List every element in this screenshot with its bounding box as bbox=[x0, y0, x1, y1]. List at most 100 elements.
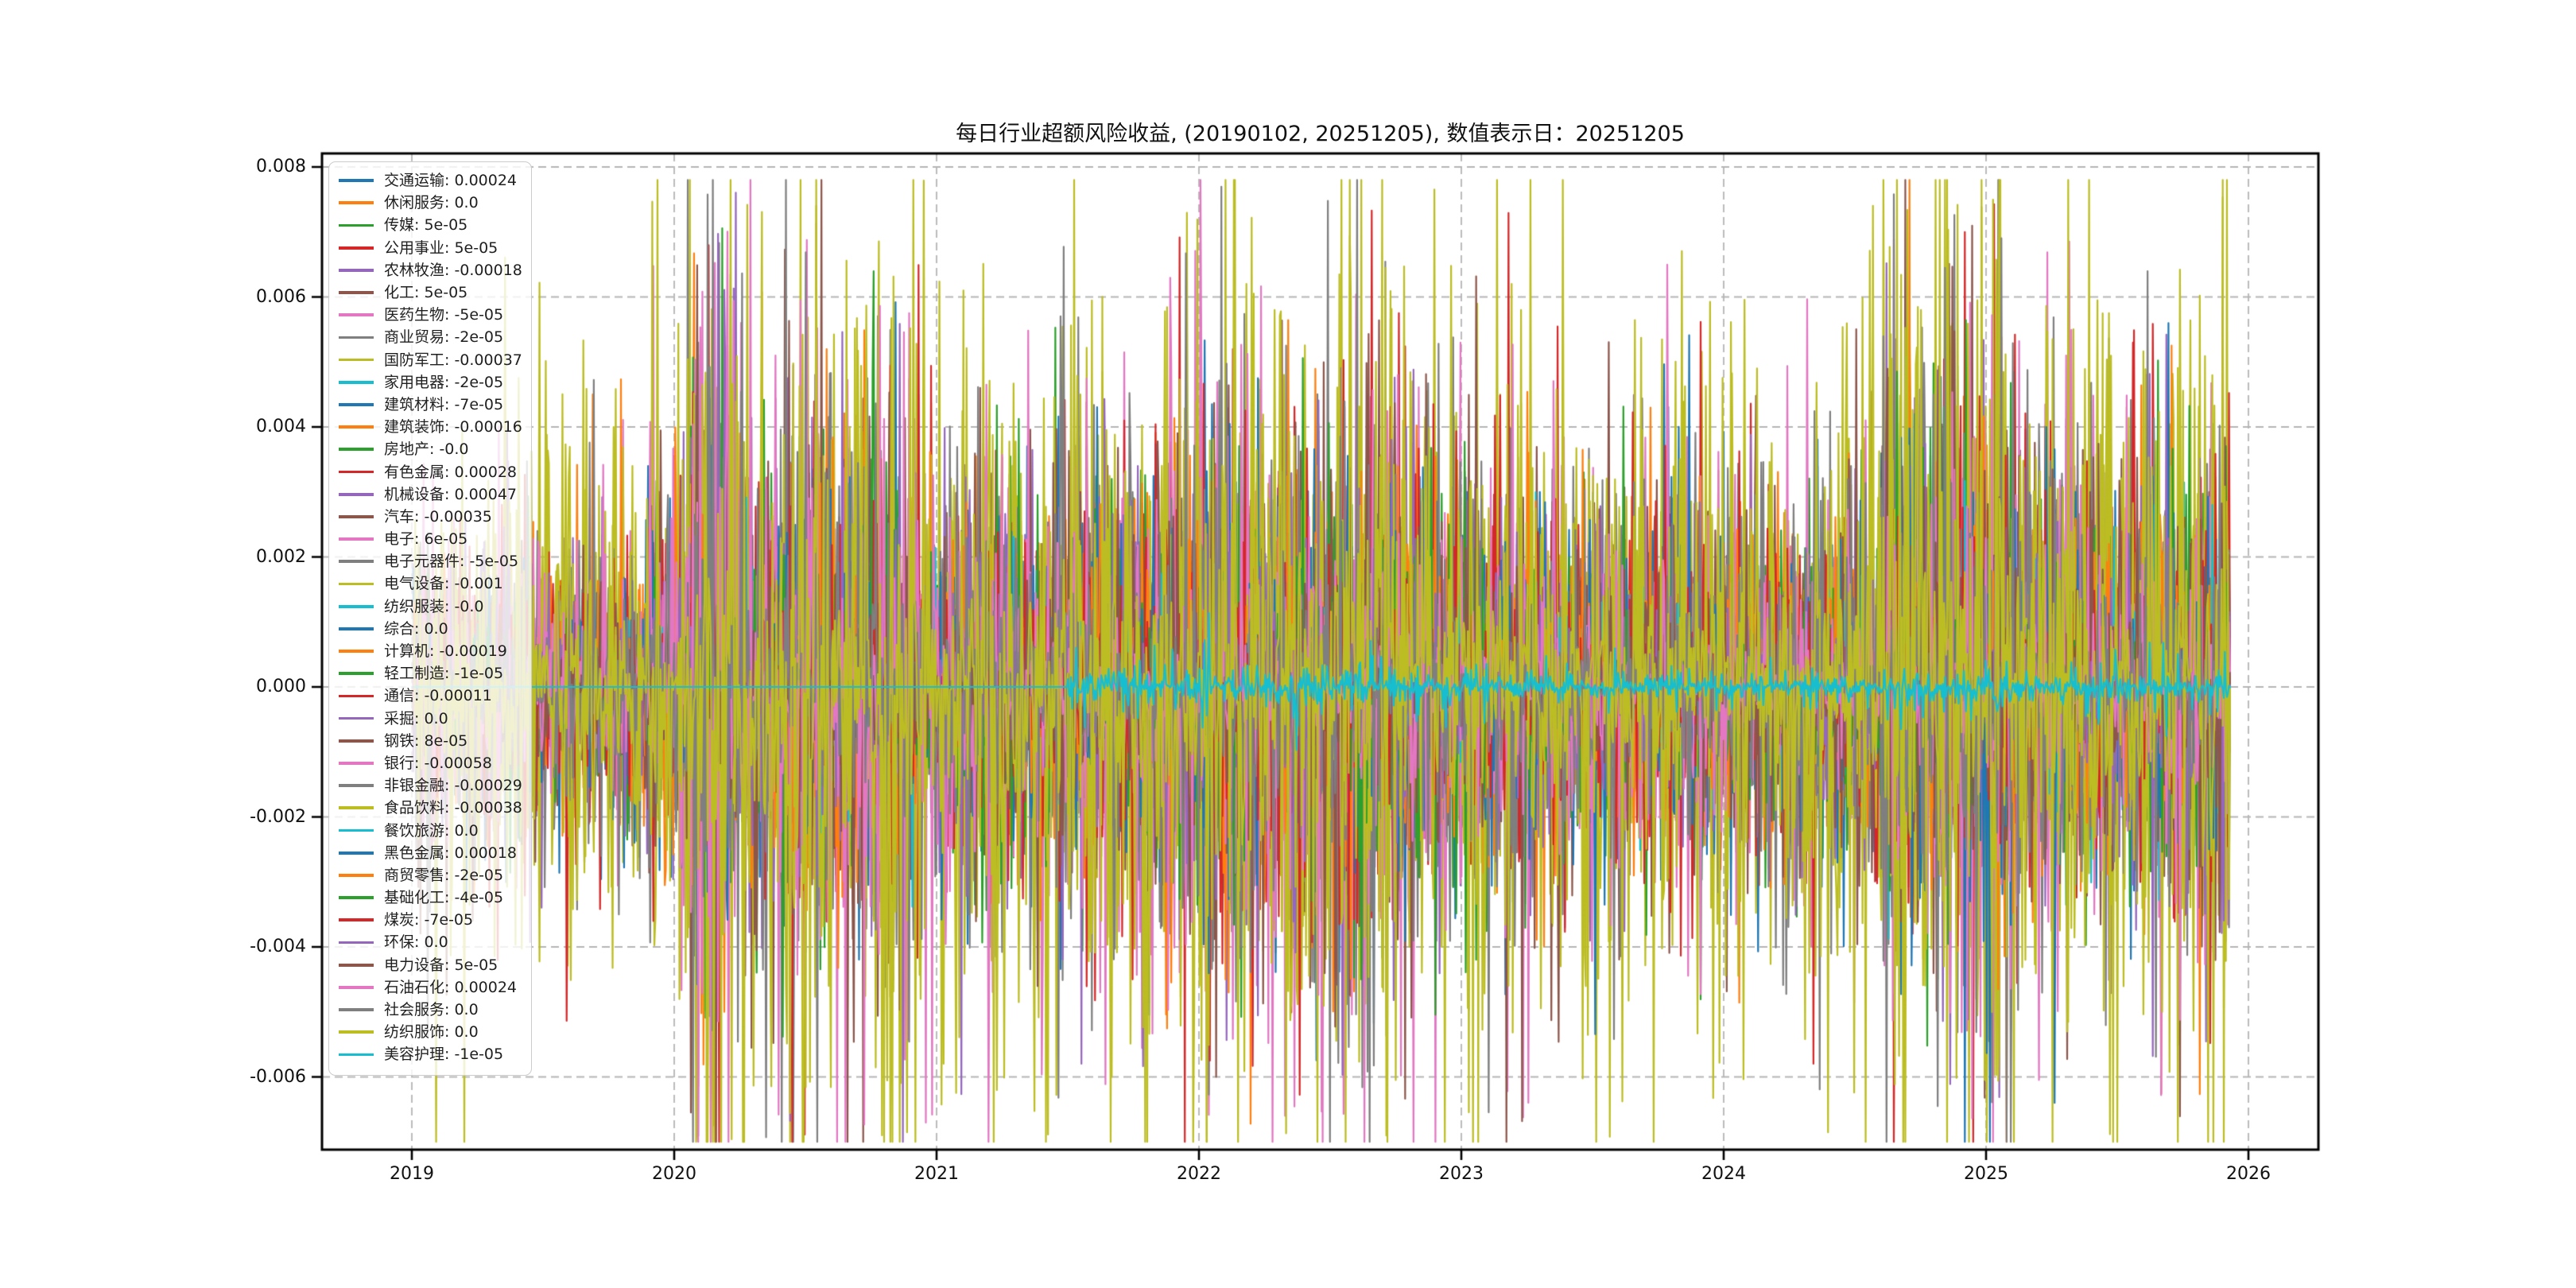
legend-item: 钢铁: 8e-05 bbox=[339, 730, 531, 752]
legend-label: 商贸零售: -2e-05 bbox=[384, 866, 504, 884]
legend-item: 传媒: 5e-05 bbox=[339, 214, 531, 236]
y-tick-label: 0.006 bbox=[256, 286, 306, 307]
legend-line-swatch bbox=[339, 604, 374, 608]
legend-label: 纺织服装: -0.0 bbox=[384, 597, 484, 615]
legend-item: 电子元器件: -5e-05 bbox=[339, 550, 531, 572]
legend-label: 农林牧渔: -0.00018 bbox=[384, 261, 522, 279]
legend-line-swatch bbox=[339, 492, 374, 496]
y-tick-label: 0.000 bbox=[256, 677, 306, 696]
legend-line-swatch bbox=[339, 537, 374, 541]
legend-label: 化工: 5e-05 bbox=[384, 284, 468, 302]
y-tick-label: -0.006 bbox=[250, 1066, 306, 1087]
legend-item: 机械设备: 0.00047 bbox=[339, 483, 531, 506]
legend-label: 国防军工: -0.00037 bbox=[384, 351, 522, 369]
legend-label: 电力设备: 5e-05 bbox=[384, 956, 499, 974]
legend-item: 计算机: -0.00019 bbox=[339, 640, 531, 662]
legend-item: 社会服务: 0.0 bbox=[339, 999, 531, 1021]
legend-line-swatch bbox=[339, 784, 374, 788]
legend-label: 纺织服饰: 0.0 bbox=[384, 1023, 479, 1042]
legend-item: 煤炭: -7e-05 bbox=[339, 909, 531, 931]
legend-line-swatch bbox=[339, 246, 374, 250]
legend-label: 休闲服务: 0.0 bbox=[384, 194, 479, 212]
legend-item: 电子: 6e-05 bbox=[339, 528, 531, 550]
x-tick-label: 2019 bbox=[390, 1164, 434, 1184]
legend-item: 采掘: 0.0 bbox=[339, 708, 531, 730]
legend-label: 电气设备: -0.001 bbox=[384, 575, 503, 593]
legend-label: 综合: 0.0 bbox=[384, 619, 448, 638]
legend-label: 房地产: -0.0 bbox=[384, 440, 469, 459]
y-tick-label: 0.002 bbox=[256, 546, 306, 567]
legend-line-swatch bbox=[339, 650, 374, 653]
legend-item: 房地产: -0.0 bbox=[339, 438, 531, 460]
legend-item: 建筑材料: -7e-05 bbox=[339, 394, 531, 416]
legend-label: 电子元器件: -5e-05 bbox=[384, 553, 519, 571]
legend-item: 商业贸易: -2e-05 bbox=[339, 326, 531, 348]
legend-label: 电子: 6e-05 bbox=[384, 530, 468, 549]
legend-label: 黑色金属: 0.00018 bbox=[384, 844, 518, 862]
legend-item: 食品饮料: -0.00038 bbox=[339, 797, 531, 819]
y-tick-label: -0.004 bbox=[250, 937, 306, 956]
legend-label: 机械设备: 0.00047 bbox=[384, 485, 518, 503]
legend-label: 食品饮料: -0.00038 bbox=[384, 799, 522, 817]
legend-item: 商贸零售: -2e-05 bbox=[339, 864, 531, 886]
legend-label: 商业贸易: -2e-05 bbox=[384, 328, 504, 347]
x-tick-label: 2026 bbox=[2226, 1164, 2271, 1184]
legend-label: 建筑装饰: -0.00016 bbox=[384, 418, 522, 436]
legend-line-swatch bbox=[339, 560, 374, 564]
legend-item: 纺织服饰: 0.0 bbox=[339, 1021, 531, 1043]
legend-label: 轻工制造: -1e-05 bbox=[384, 665, 504, 683]
legend-label: 环保: 0.0 bbox=[384, 933, 448, 952]
legend-item: 基础化工: -4e-05 bbox=[339, 886, 531, 909]
y-tick-label: 0.004 bbox=[256, 417, 306, 436]
legend-item: 非银金融: -0.00029 bbox=[339, 774, 531, 797]
legend-item: 电气设备: -0.001 bbox=[339, 572, 531, 595]
legend-line-swatch bbox=[339, 448, 374, 452]
legend-item: 环保: 0.0 bbox=[339, 931, 531, 953]
legend-label: 美容护理: -1e-05 bbox=[384, 1046, 504, 1064]
legend-line-swatch bbox=[339, 470, 374, 474]
legend-label: 计算机: -0.00019 bbox=[384, 642, 507, 661]
legend-label: 传媒: 5e-05 bbox=[384, 216, 468, 235]
legend-item: 休闲服务: 0.0 bbox=[339, 192, 531, 214]
legend-item: 农林牧渔: -0.00018 bbox=[339, 259, 531, 281]
legend-label: 通信: -0.00011 bbox=[384, 687, 492, 705]
legend-line-swatch bbox=[339, 179, 374, 182]
legend-label: 煤炭: -7e-05 bbox=[384, 911, 474, 929]
legend-line-swatch bbox=[339, 874, 374, 877]
legend-label: 钢铁: 8e-05 bbox=[384, 731, 468, 750]
legend-label: 非银金融: -0.00029 bbox=[384, 777, 522, 795]
legend-line-swatch bbox=[339, 403, 374, 406]
legend-line-swatch bbox=[339, 1030, 374, 1034]
x-tick-label: 2025 bbox=[1964, 1164, 2008, 1184]
legend-line-swatch bbox=[339, 223, 374, 227]
legend-box: 交通运输: 0.00024 休闲服务: 0.0 传媒: 5e-05 公用事业: 5e-… bbox=[328, 161, 532, 1076]
legend-item: 医药生物: -5e-05 bbox=[339, 304, 531, 326]
legend-line-swatch bbox=[339, 582, 374, 586]
legend-item: 餐饮旅游: 0.0 bbox=[339, 819, 531, 841]
x-tick-label: 2023 bbox=[1439, 1164, 1484, 1184]
y-tick-label: 0.008 bbox=[256, 157, 306, 177]
legend-line-swatch bbox=[339, 918, 374, 922]
x-tick-label: 2022 bbox=[1177, 1164, 1221, 1184]
legend-line-swatch bbox=[339, 896, 374, 899]
legend-label: 餐饮旅游: 0.0 bbox=[384, 821, 479, 840]
legend-item: 汽车: -0.00035 bbox=[339, 506, 531, 528]
legend-item: 通信: -0.00011 bbox=[339, 685, 531, 707]
legend-line-swatch bbox=[339, 515, 374, 518]
legend-label: 建筑材料: -7e-05 bbox=[384, 395, 504, 413]
legend-label: 银行: -0.00058 bbox=[384, 754, 492, 772]
x-tick-label: 2024 bbox=[1701, 1164, 1746, 1184]
legend-line-swatch bbox=[339, 828, 374, 832]
legend-item: 美容护理: -1e-05 bbox=[339, 1043, 531, 1065]
legend-line-swatch bbox=[339, 694, 374, 698]
legend-item: 轻工制造: -1e-05 bbox=[339, 662, 531, 685]
legend-item: 黑色金属: 0.00018 bbox=[339, 842, 531, 864]
legend-line-swatch bbox=[339, 268, 374, 272]
legend-item: 电力设备: 5e-05 bbox=[339, 954, 531, 976]
legend-label: 医药生物: -5e-05 bbox=[384, 306, 504, 324]
legend-item: 家用电器: -2e-05 bbox=[339, 371, 531, 394]
legend-line-swatch bbox=[339, 336, 374, 339]
legend-line-swatch bbox=[339, 739, 374, 743]
legend-line-swatch bbox=[339, 313, 374, 317]
x-tick-label: 2021 bbox=[914, 1164, 959, 1184]
